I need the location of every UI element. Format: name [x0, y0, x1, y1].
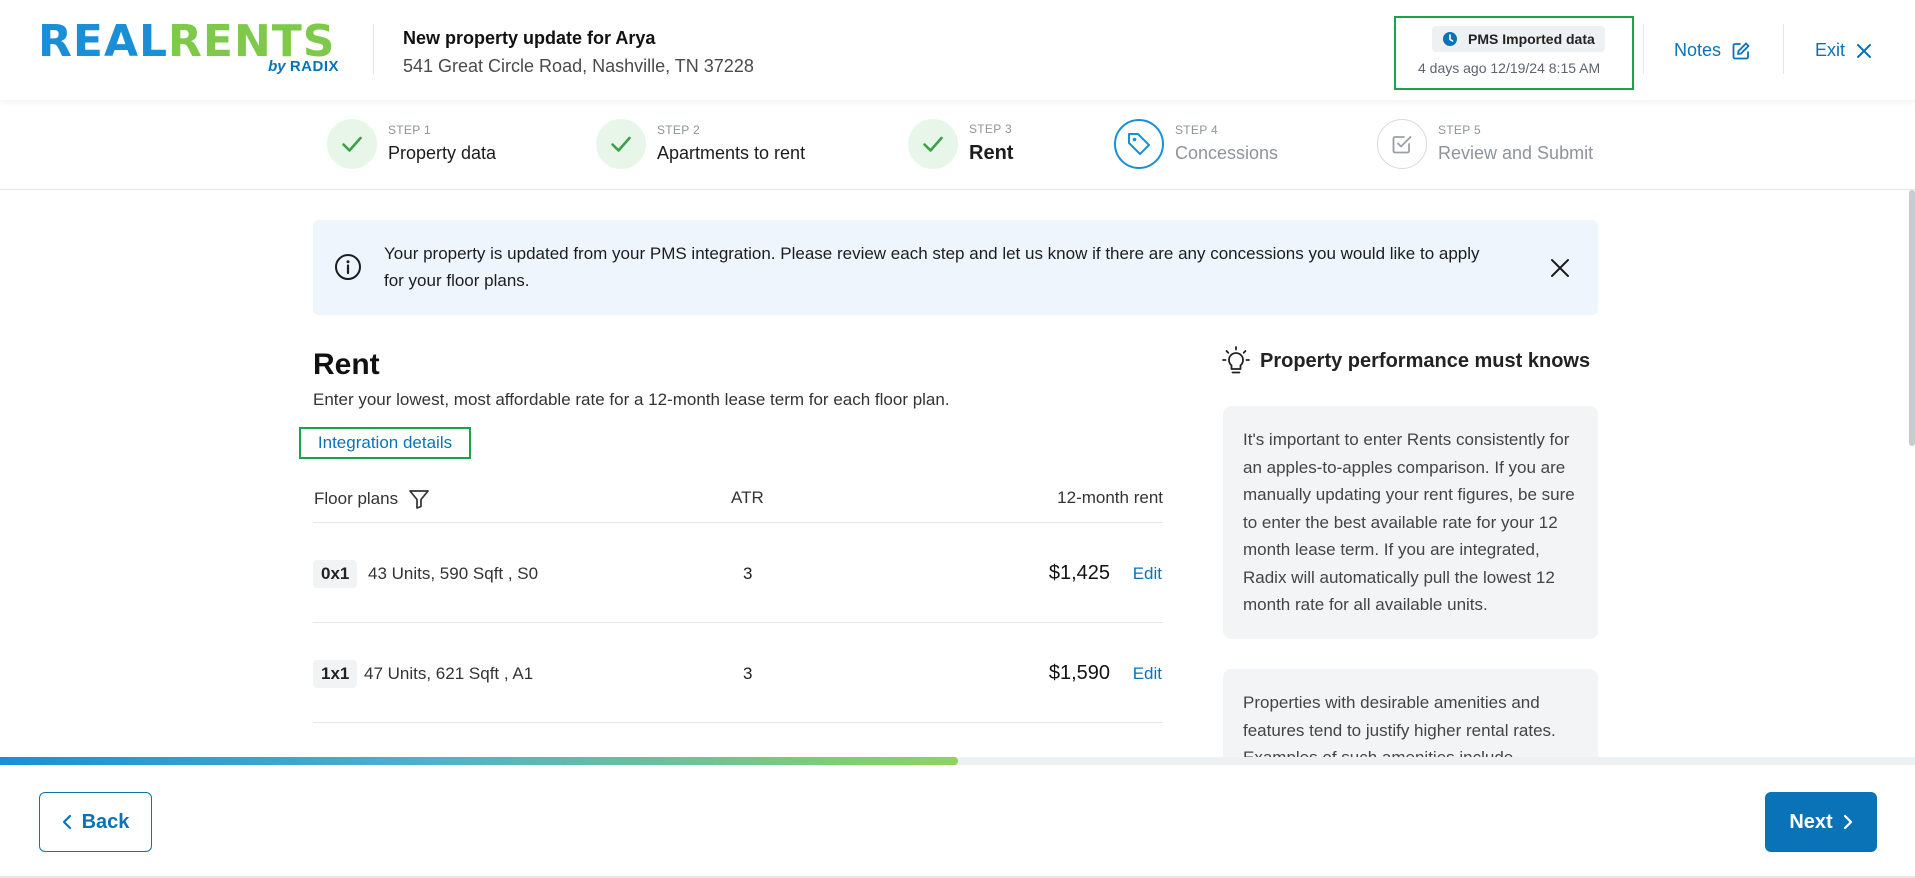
- step-label: Property data: [388, 142, 497, 163]
- floor-plans-header: Floor plans: [314, 488, 430, 510]
- edit-rent-link[interactable]: Edit: [1133, 564, 1162, 584]
- next-button[interactable]: Next: [1765, 792, 1877, 852]
- rent-value: $1,590: [1048, 662, 1110, 684]
- atr-value: 3: [743, 564, 753, 583]
- step-number: STEP 1: [388, 122, 431, 137]
- step-number: STEP 2: [657, 122, 700, 137]
- floor-plan-tag: 0x1: [313, 560, 358, 588]
- back-button[interactable]: Back: [39, 792, 152, 852]
- tip-card: It's important to enter Rents consistent…: [1223, 406, 1598, 639]
- check-icon: [342, 136, 362, 152]
- tips-heading-label: Property performance must knows: [1260, 349, 1591, 372]
- close-icon: [1857, 43, 1872, 58]
- wizard-progress-bar: [0, 757, 1915, 765]
- table-row: 1x1 47 Units, 621 Sqft , A1 3 $1,590 Edi…: [313, 623, 1163, 723]
- back-label: Back: [81, 810, 130, 833]
- step-apartments-to-rent[interactable]: STEP 2 Apartments to rent: [596, 119, 805, 169]
- floor-plans-header-label: Floor plans: [314, 489, 399, 508]
- step-concessions[interactable]: STEP 4 Concessions: [1114, 119, 1278, 169]
- page-scrollbar[interactable]: [1909, 190, 1915, 446]
- header-divider: [373, 24, 374, 74]
- logo-byline: by RADIX: [268, 58, 339, 75]
- top-header: REALRENTS by RADIX New property update f…: [0, 0, 1915, 100]
- floor-plan-details: 43 Units, 590 Sqft , S0: [368, 564, 539, 583]
- exit-button[interactable]: Exit: [1815, 40, 1872, 61]
- floor-plans-table: Floor plans ATR 12-month rent 0x1 43 Uni…: [313, 476, 1163, 723]
- filter-icon[interactable]: [408, 488, 430, 510]
- atr-value: 3: [743, 664, 753, 683]
- step-complete-indicator: [327, 119, 377, 169]
- main-content[interactable]: Your property is updated from your PMS i…: [0, 190, 1915, 757]
- progress-stepper: STEP 1 Property data STEP 2 Apartments t…: [0, 100, 1915, 190]
- header-divider: [1643, 24, 1644, 74]
- step-number: STEP 5: [1438, 122, 1481, 137]
- wizard-progress-fill: [0, 757, 958, 765]
- footer-bar: Back Next: [0, 765, 1915, 878]
- section-title: Rent: [313, 348, 380, 381]
- table-header: Floor plans ATR 12-month rent: [313, 476, 1163, 523]
- pms-info-banner: Your property is updated from your PMS i…: [313, 220, 1598, 315]
- step-label: Rent: [969, 141, 1014, 164]
- step-label: Concessions: [1175, 142, 1279, 163]
- floor-plan-details: 47 Units, 621 Sqft , A1: [364, 664, 534, 683]
- checkbox-icon: [1392, 136, 1412, 154]
- banner-message: Your property is updated from your PMS i…: [384, 244, 1480, 290]
- property-update-title: New property update for Arya: [403, 28, 656, 48]
- chevron-left-icon: [62, 814, 71, 830]
- exit-label: Exit: [1815, 40, 1846, 60]
- check-icon: [611, 136, 631, 152]
- realrents-logo[interactable]: REALRENTS by RADIX: [38, 20, 343, 80]
- table-row: 0x1 43 Units, 590 Sqft , S0 3 $1,425 Edi…: [313, 523, 1163, 623]
- chevron-right-icon: [1843, 814, 1852, 830]
- check-icon: [923, 136, 943, 152]
- next-label: Next: [1789, 810, 1833, 833]
- step-complete-indicator: [908, 119, 958, 169]
- clock-icon: [1443, 32, 1457, 46]
- step-label: Review and Submit: [1438, 142, 1594, 163]
- pms-imported-badge: PMS Imported data: [1432, 26, 1605, 52]
- pms-badge-label: PMS Imported data: [1468, 31, 1595, 47]
- notes-label: Notes: [1674, 40, 1722, 60]
- rent-header: 12-month rent: [1057, 488, 1163, 507]
- step-review-and-submit[interactable]: STEP 5 Review and Submit: [1377, 119, 1593, 169]
- integration-details-link[interactable]: Integration details: [299, 427, 471, 459]
- price-tag-icon: [1128, 133, 1150, 155]
- step-number: STEP 4: [1175, 122, 1218, 137]
- info-icon: [335, 254, 361, 280]
- tip-card: Properties with desirable amenities and …: [1223, 669, 1598, 757]
- edit-note-icon: [1732, 42, 1750, 59]
- close-banner-icon[interactable]: [1549, 257, 1571, 279]
- edit-rent-link[interactable]: Edit: [1133, 664, 1162, 684]
- floor-plan-tag: 1x1: [313, 660, 358, 688]
- step-complete-indicator: [596, 119, 646, 169]
- rent-value: $1,425: [1048, 562, 1110, 584]
- lightbulb-icon: [1222, 346, 1250, 374]
- section-description: Enter your lowest, most affordable rate …: [313, 390, 950, 409]
- step-label: Apartments to rent: [657, 142, 806, 163]
- tips-heading: Property performance must knows: [1222, 346, 1590, 376]
- property-address: 541 Great Circle Road, Nashville, TN 372…: [403, 56, 754, 76]
- pms-import-time: 4 days ago 12/19/24 8:15 AM: [1418, 60, 1601, 76]
- step-number: STEP 3: [969, 121, 1012, 136]
- step-active-indicator: [1114, 119, 1164, 169]
- notes-button[interactable]: Notes: [1674, 40, 1751, 61]
- step-rent[interactable]: STEP 3 Rent: [908, 119, 1013, 169]
- pms-import-status: PMS Imported data 4 days ago 12/19/24 8:…: [1394, 16, 1634, 90]
- app-root: REALRENTS by RADIX New property update f…: [0, 0, 1915, 878]
- header-divider: [1783, 24, 1784, 74]
- step-pending-indicator: [1377, 119, 1427, 169]
- atr-header: ATR: [731, 488, 764, 507]
- step-property-data[interactable]: STEP 1 Property data: [327, 119, 496, 169]
